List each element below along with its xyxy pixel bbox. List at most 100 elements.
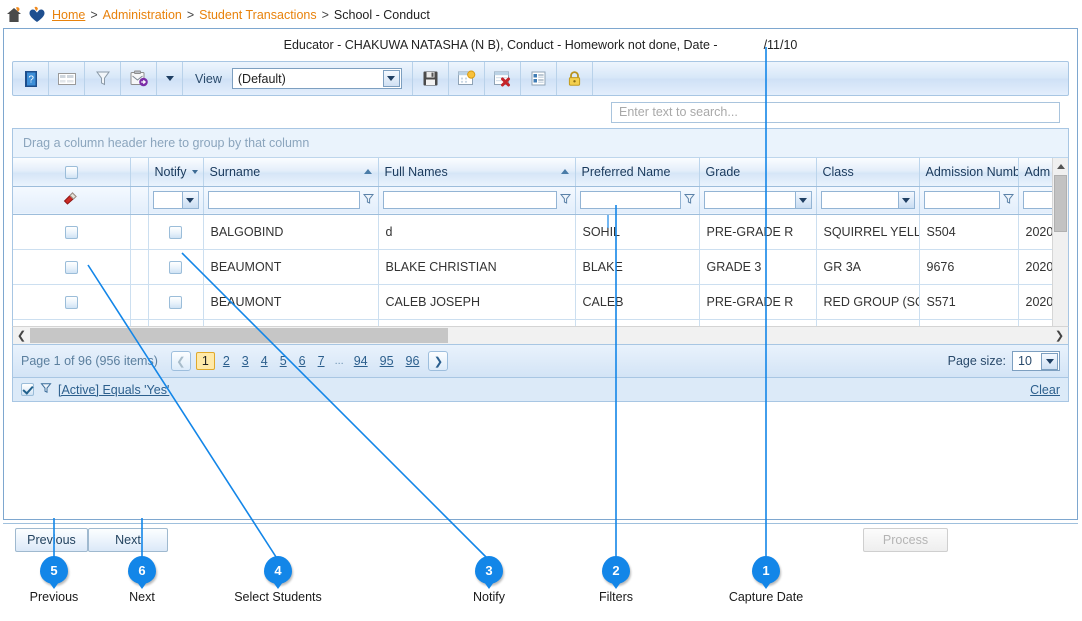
page-size-label: Page size: — [947, 354, 1006, 368]
horizontal-scroll-track[interactable] — [30, 328, 1051, 343]
cell-grade: GRADE 3 — [699, 249, 817, 285]
chevron-down-icon[interactable] — [1041, 352, 1058, 370]
filter-grade-cell[interactable] — [699, 186, 817, 215]
row-notify-checkbox[interactable] — [169, 295, 182, 309]
header-full-names[interactable]: Full Names — [378, 158, 576, 187]
row-select-checkbox[interactable] — [64, 295, 78, 309]
clear-filter-link[interactable]: Clear — [1030, 383, 1060, 397]
save-icon[interactable] — [413, 62, 449, 95]
filter-admission-number-input[interactable] — [923, 191, 1000, 209]
vertical-scroll-thumb[interactable] — [1054, 175, 1067, 232]
pager-page-94[interactable]: 94 — [348, 354, 374, 368]
breadcrumb-administration[interactable]: Administration — [103, 8, 182, 22]
filter-notify-select[interactable] — [152, 191, 199, 209]
pager-next-button[interactable]: ❯ — [428, 351, 449, 371]
column-chooser-icon[interactable] — [49, 62, 85, 95]
help-icon[interactable]: ? — [13, 62, 49, 95]
chevron-down-icon[interactable] — [897, 192, 914, 208]
filter-grade-select[interactable] — [703, 191, 812, 209]
previous-button[interactable]: Previous — [15, 528, 88, 552]
filter-preferred-name-input[interactable] — [579, 191, 681, 209]
pager-previous-button[interactable]: ❮ — [170, 351, 191, 371]
header-select-all[interactable] — [13, 158, 131, 187]
favourite-heart-icon[interactable] — [28, 6, 48, 24]
row-notify-checkbox[interactable] — [169, 260, 182, 274]
chevron-down-icon[interactable] — [794, 192, 811, 208]
breadcrumb-student-transactions[interactable]: Student Transactions — [199, 8, 316, 22]
table-row[interactable]: BEAUMONT LIAM MATTHEW LIAM GRADE 3 GR 3B… — [13, 319, 1068, 326]
filter-full-names-input[interactable] — [382, 191, 557, 209]
clear-filter-eraser-icon[interactable] — [62, 192, 81, 210]
header-surname[interactable]: Surname — [203, 158, 379, 187]
breadcrumb-home[interactable]: Home — [52, 8, 85, 22]
row-notify-cell[interactable] — [148, 284, 204, 320]
new-layout-icon[interactable] — [449, 62, 485, 95]
home-icon[interactable] — [4, 6, 24, 24]
scroll-up-icon[interactable] — [1053, 158, 1068, 174]
pager-page-95[interactable]: 95 — [374, 354, 400, 368]
table-row[interactable]: BEAUMONT BLAKE CHRISTIAN BLAKE GRADE 3 G… — [13, 249, 1068, 285]
search-input[interactable] — [617, 104, 1059, 120]
grid-vertical-scrollbar[interactable] — [1052, 158, 1068, 326]
row-select-checkbox[interactable] — [64, 225, 78, 239]
horizontal-scroll-thumb[interactable] — [30, 328, 448, 343]
delete-layout-icon[interactable] — [485, 62, 521, 95]
filter-funnel-icon[interactable] — [1002, 193, 1014, 208]
header-class[interactable]: Class — [816, 158, 920, 187]
pager-page-4[interactable]: 4 — [255, 354, 274, 368]
filter-class-cell[interactable] — [816, 186, 920, 215]
filter-funnel-icon[interactable] — [559, 193, 571, 208]
row-select-cell[interactable] — [13, 319, 131, 326]
pager-page-3[interactable]: 3 — [236, 354, 255, 368]
view-select[interactable]: (Default) — [231, 68, 402, 89]
chevron-down-icon[interactable] — [191, 170, 198, 174]
chevron-down-icon[interactable] — [181, 192, 198, 208]
toolbar-dropdown-arrow-icon[interactable] — [157, 62, 183, 95]
row-select-cell[interactable] — [13, 284, 131, 320]
row-notify-cell[interactable] — [148, 319, 204, 326]
header-admission-number[interactable]: Admission Numbe — [919, 158, 1019, 187]
filter-preferred-name-cell[interactable] — [575, 186, 700, 215]
filter-full-names-cell[interactable] — [378, 186, 576, 215]
row-notify-checkbox[interactable] — [169, 225, 182, 239]
row-notify-cell[interactable] — [148, 249, 204, 285]
header-notify[interactable]: Notify — [148, 158, 204, 187]
pager-page-96[interactable]: 96 — [400, 354, 426, 368]
export-icon[interactable] — [121, 62, 157, 95]
filter-funnel-icon[interactable] — [362, 193, 374, 208]
row-notify-cell[interactable] — [148, 214, 204, 250]
page-size-select[interactable]: 10 — [1012, 351, 1060, 371]
header-preferred-name[interactable]: Preferred Name — [575, 158, 700, 187]
filter-admission-number-cell[interactable] — [919, 186, 1019, 215]
pager-page-2[interactable]: 2 — [217, 354, 236, 368]
detail-view-icon[interactable] — [521, 62, 557, 95]
table-row[interactable]: BALGOBIND d SOHIL PRE-GRADE R SQUIRREL Y… — [13, 214, 1068, 250]
row-select-cell[interactable] — [13, 214, 131, 250]
filter-clear-cell[interactable] — [13, 186, 131, 215]
row-select-checkbox[interactable] — [64, 260, 78, 274]
filter-expression[interactable]: [Active] Equals 'Yes' — [58, 383, 169, 397]
chevron-down-icon[interactable] — [382, 70, 400, 87]
filter-surname-cell[interactable] — [203, 186, 379, 215]
row-select-cell[interactable] — [13, 249, 131, 285]
filter-funnel-icon[interactable] — [683, 193, 695, 208]
pager-page-7[interactable]: 7 — [312, 354, 331, 368]
scroll-right-icon[interactable]: ❯ — [1051, 327, 1068, 344]
search-box[interactable] — [611, 101, 1060, 123]
table-row[interactable]: BEAUMONT CALEB JOSEPH CALEB PRE-GRADE R … — [13, 284, 1068, 320]
group-by-panel[interactable]: Drag a column header here to group by th… — [13, 129, 1068, 158]
select-all-checkbox[interactable] — [64, 165, 78, 179]
lock-icon[interactable] — [557, 62, 593, 95]
filter-class-select[interactable] — [820, 191, 915, 209]
filter-surname-input[interactable] — [207, 191, 360, 209]
grid-horizontal-scrollbar[interactable]: ❮ ❯ — [12, 326, 1069, 345]
filter-notify-cell[interactable] — [148, 186, 204, 215]
filter-enabled-checkbox[interactable] — [21, 383, 34, 396]
pager-page-5[interactable]: 5 — [274, 354, 293, 368]
next-button[interactable]: Next — [88, 528, 168, 552]
pager-page-1[interactable]: 1 — [195, 352, 215, 370]
pager-page-6[interactable]: 6 — [293, 354, 312, 368]
filter-funnel-icon[interactable] — [85, 62, 121, 95]
header-grade[interactable]: Grade — [699, 158, 817, 187]
scroll-left-icon[interactable]: ❮ — [13, 327, 30, 344]
